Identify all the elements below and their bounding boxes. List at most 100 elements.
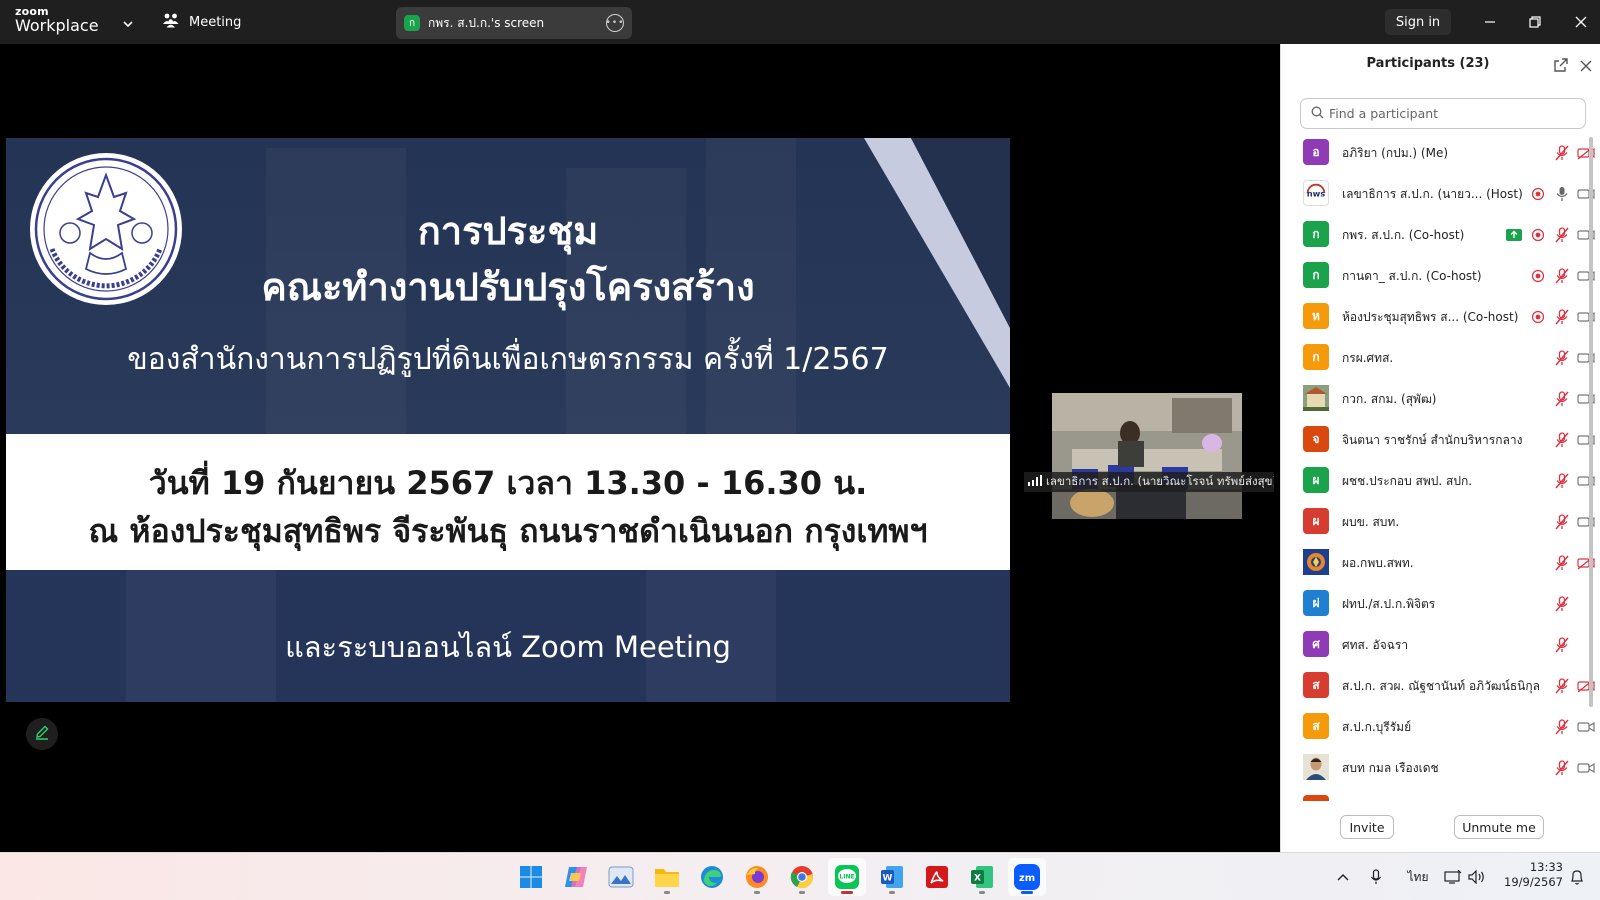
participant-list[interactable]: อ อภิริยา (กปม.) (Me) nws เลขาธิการ ส.ป.ก. … xyxy=(1281,132,1595,832)
svg-text:nws: nws xyxy=(1307,189,1326,199)
chrome-icon[interactable] xyxy=(783,858,821,896)
windows-taskbar: LINE W Xzm ไทย 13:33 19/9/2567 xyxy=(0,852,1600,900)
shared-screen-stage: การประชุม คณะทำงานปรับปรุงโครงสร้าง ของส… xyxy=(0,44,1280,852)
mic-on-icon xyxy=(1553,185,1571,203)
participant-row[interactable]: อ อภิริยา (กปม.) (Me) xyxy=(1281,132,1595,173)
participant-status-icons xyxy=(1547,718,1595,736)
file-explorer-icon[interactable] xyxy=(648,858,686,896)
participant-row[interactable]: ส ส.ป.ก.บุรีรัมย์ xyxy=(1281,706,1595,747)
input-language[interactable]: ไทย xyxy=(1403,863,1433,891)
participant-name: จินตนา ราชรักษ์ สำนักบริหารกลาง xyxy=(1342,433,1523,447)
participant-search[interactable] xyxy=(1300,98,1586,129)
participant-row[interactable]: ก กรผ.ศทส. xyxy=(1281,337,1595,378)
participant-avatar: ผ xyxy=(1303,467,1329,493)
recording-icon xyxy=(1529,308,1547,326)
thumbnail-name-label: เลขาธิการ ส.ป.ก. (นายวิณะโรจน์ ทรัพย์ส่ง… xyxy=(1024,472,1274,492)
participant-row[interactable]: ห ห้องประชุมสุทธิพร ส... (Co-host) xyxy=(1281,296,1595,337)
screen-share-indicator[interactable]: ก กพร. ส.ป.ก.'s screen ••• xyxy=(396,7,632,39)
mic-muted-icon xyxy=(1553,390,1571,408)
close-panel-icon[interactable] xyxy=(1579,58,1593,72)
svg-text:X: X xyxy=(974,874,981,884)
pencil-icon xyxy=(34,724,50,744)
chevron-down-icon[interactable] xyxy=(122,15,134,28)
running-indicator xyxy=(979,891,985,894)
participants-panel: Participants (23) อ อภิริยา (กปม.) (Me) nw… xyxy=(1280,44,1600,852)
firefox-icon[interactable] xyxy=(738,858,776,896)
participant-list-scrollbar[interactable] xyxy=(1589,132,1593,782)
participant-name: ศทส. อัจฉรา xyxy=(1342,638,1409,652)
participant-avatar: ก xyxy=(1303,344,1329,370)
participant-row[interactable]: กวก. สกม. (สุพัฒ) xyxy=(1281,378,1595,419)
volume-icon[interactable] xyxy=(1466,863,1488,891)
participant-status-icons xyxy=(1547,513,1595,531)
participant-row[interactable]: ฝ ฝทป./ส.ป.ก.พิจิตร xyxy=(1281,583,1595,624)
sign-in-button[interactable]: Sign in xyxy=(1385,9,1451,35)
recording-icon xyxy=(1529,267,1547,285)
close-window-icon[interactable] xyxy=(1571,12,1591,32)
mic-muted-icon xyxy=(1553,267,1571,285)
participant-name: เลขาธิการ ส.ป.ก. (นายว... (Host) xyxy=(1342,187,1523,201)
participant-avatar: ส xyxy=(1303,713,1329,739)
line-icon[interactable]: LINE xyxy=(828,858,866,896)
zoom-icon[interactable]: zm xyxy=(1008,858,1046,896)
participant-avatar: ผ xyxy=(1303,508,1329,534)
participant-row[interactable]: จ จินตนา ราชรักษ์ สำนักบริหารกลาง xyxy=(1281,419,1595,460)
edge-icon[interactable] xyxy=(693,858,731,896)
popout-icon[interactable] xyxy=(1553,57,1569,73)
participant-status-icons xyxy=(1499,226,1595,244)
participant-row[interactable]: ผอ.กพบ.สพท. xyxy=(1281,542,1595,583)
sharer-avatar: ก xyxy=(404,15,420,31)
copilot-icon[interactable] xyxy=(557,858,595,896)
participant-row[interactable]: ผ ผบข. สบท. xyxy=(1281,501,1595,542)
participant-status-icons xyxy=(1547,390,1595,408)
invite-button[interactable]: Invite xyxy=(1340,815,1394,839)
participant-row[interactable]: ก กานดา_ ส.ป.ก. (Co-host) xyxy=(1281,255,1595,296)
screen-share-icon xyxy=(1505,226,1523,244)
participant-row[interactable]: ผ ผชช.ประกอบ สพป. สปก. xyxy=(1281,460,1595,501)
zoom-workplace-logo[interactable]: zoom Workplace xyxy=(15,6,99,34)
minimize-icon[interactable] xyxy=(1480,12,1500,32)
scrollbar-thumb[interactable] xyxy=(1589,137,1593,707)
taskbar-clock[interactable]: 13:33 19/9/2567 xyxy=(1493,860,1563,890)
running-indicator xyxy=(754,891,760,894)
participant-avatar: nws xyxy=(1303,180,1329,206)
speaker-video-thumbnail[interactable] xyxy=(1052,393,1242,519)
restore-icon[interactable] xyxy=(1525,12,1545,32)
meeting-label: Meeting xyxy=(189,14,242,30)
photos-icon[interactable] xyxy=(602,858,640,896)
participant-row[interactable]: สบท กมล เรืองเดช xyxy=(1281,747,1595,788)
unmute-me-button[interactable]: Unmute me xyxy=(1454,815,1544,839)
slide-title-line1: การประชุม xyxy=(417,209,599,253)
participant-name: สบท กมล เรืองเดช xyxy=(1342,761,1439,775)
participant-avatar xyxy=(1303,549,1329,575)
recording-icon xyxy=(1529,185,1547,203)
participant-search-input[interactable] xyxy=(1329,106,1569,121)
mic-muted-icon xyxy=(1553,226,1571,244)
participant-row[interactable]: nws เลขาธิการ ส.ป.ก. (นายว... (Host) xyxy=(1281,173,1595,214)
excel-icon[interactable]: X xyxy=(963,858,1001,896)
participant-row[interactable]: ก กพร. ส.ป.ก. (Co-host) xyxy=(1281,214,1595,255)
notification-bell-icon[interactable] xyxy=(1566,863,1588,891)
chevron-up-icon[interactable] xyxy=(1332,863,1354,891)
mic-muted-icon xyxy=(1553,759,1571,777)
svg-text:LINE: LINE xyxy=(839,874,854,881)
participants-title: Participants (23) xyxy=(1366,56,1490,71)
participant-row[interactable]: ส ส.ป.ก. สวผ. ณัฐชานันท์ อภิวัฒน์ธนิกุล xyxy=(1281,665,1595,706)
meeting-menu[interactable]: Meeting xyxy=(162,12,241,32)
participant-row[interactable]: ศ ศทส. อัจฉรา xyxy=(1281,624,1595,665)
mic-muted-icon xyxy=(1553,472,1571,490)
participant-status-icons xyxy=(1547,431,1595,449)
annotate-button[interactable] xyxy=(26,718,58,750)
mic-muted-icon xyxy=(1553,718,1571,736)
word-icon[interactable]: W xyxy=(873,858,911,896)
acrobat-icon[interactable] xyxy=(918,858,956,896)
mic-muted-icon xyxy=(1553,677,1571,695)
participant-avatar: ก xyxy=(1303,221,1329,247)
microphone-tray-icon[interactable] xyxy=(1365,863,1387,891)
participant-name: ห้องประชุมสุทธิพร ส... (Co-host) xyxy=(1342,310,1519,324)
network-icon[interactable] xyxy=(1442,863,1464,891)
running-indicator xyxy=(841,891,853,894)
more-options-icon[interactable]: ••• xyxy=(606,14,624,32)
slide-subtitle: ของสำนักงานการปฏิรูปที่ดินเพื่อเกษตรกรรม… xyxy=(127,342,889,377)
windows-start-icon[interactable] xyxy=(512,858,550,896)
